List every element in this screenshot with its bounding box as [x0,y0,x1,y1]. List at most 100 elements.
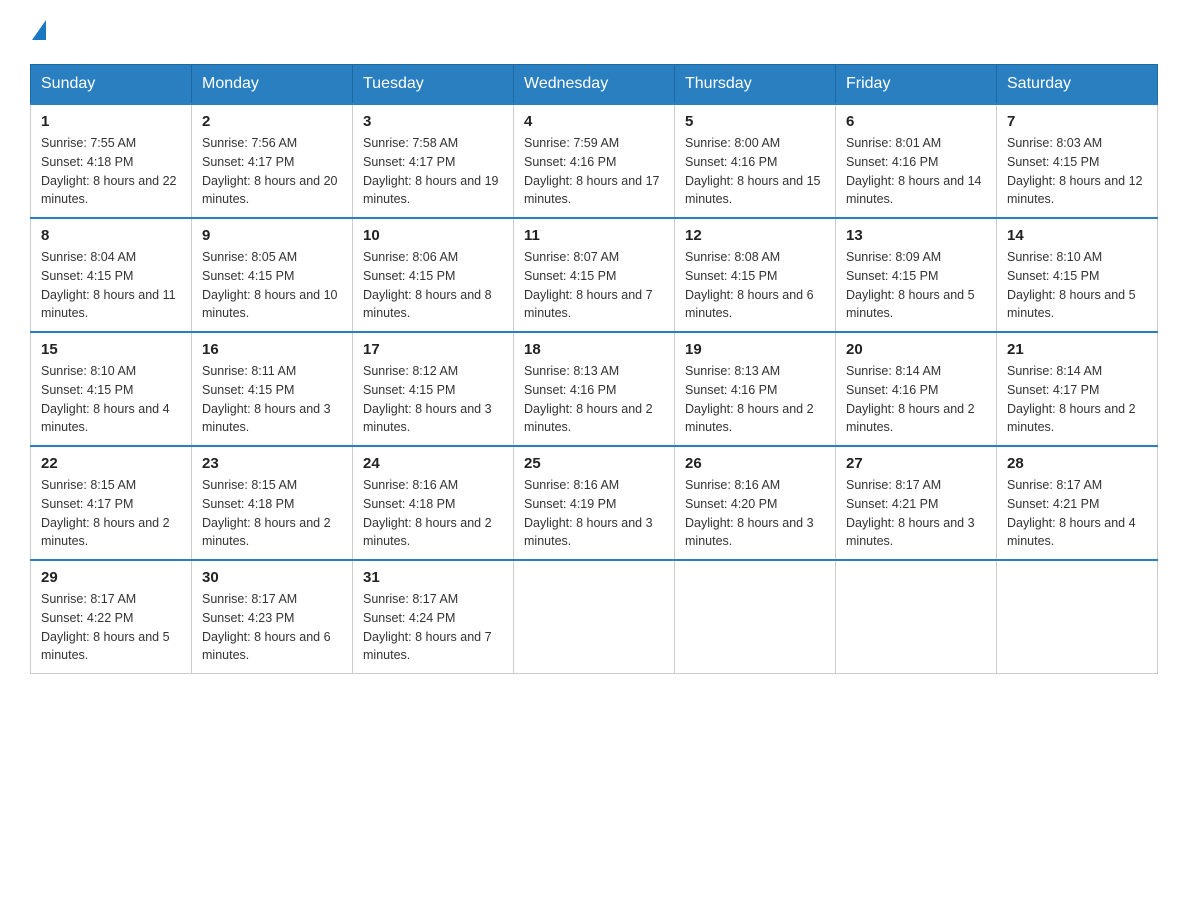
day-cell-23: 23 Sunrise: 8:15 AMSunset: 4:18 PMDayligh… [192,446,353,560]
day-number: 16 [202,341,342,358]
day-info: Sunrise: 8:07 AMSunset: 4:15 PMDaylight:… [524,248,664,323]
weekday-header-thursday: Thursday [675,65,836,105]
weekday-header-friday: Friday [836,65,997,105]
week-row-5: 29 Sunrise: 8:17 AMSunset: 4:22 PMDayligh… [31,560,1158,674]
day-cell-8: 8 Sunrise: 8:04 AMSunset: 4:15 PMDaylight… [31,218,192,332]
day-cell-13: 13Sunrise: 8:09 AMSunset: 4:15 PMDayligh… [836,218,997,332]
day-number: 8 [41,227,181,244]
day-number: 18 [524,341,664,358]
day-cell-11: 11 Sunrise: 8:07 AMSunset: 4:15 PMDayligh… [514,218,675,332]
day-number: 27 [846,455,986,472]
week-row-4: 22 Sunrise: 8:15 AMSunset: 4:17 PMDayligh… [31,446,1158,560]
day-number: 5 [685,113,825,130]
day-cell-9: 9 Sunrise: 8:05 AMSunset: 4:15 PMDaylight… [192,218,353,332]
day-info: Sunrise: 8:03 AMSunset: 4:15 PMDaylight:… [1007,134,1147,209]
day-cell-3: 3Sunrise: 7:58 AMSunset: 4:17 PMDaylight… [353,104,514,218]
logo-triangle-icon [32,20,46,40]
day-number: 30 [202,569,342,586]
day-cell-19: 19Sunrise: 8:13 AMSunset: 4:16 PMDayligh… [675,332,836,446]
day-cell-6: 6 Sunrise: 8:01 AMSunset: 4:16 PMDaylight… [836,104,997,218]
day-number: 11 [524,227,664,244]
weekday-header-sunday: Sunday [31,65,192,105]
logo [30,20,46,46]
weekday-header-monday: Monday [192,65,353,105]
day-number: 15 [41,341,181,358]
day-number: 29 [41,569,181,586]
day-info: Sunrise: 7:59 AMSunset: 4:16 PMDaylight:… [524,134,664,209]
weekday-header-wednesday: Wednesday [514,65,675,105]
page-header [30,20,1158,46]
day-number: 9 [202,227,342,244]
day-number: 24 [363,455,503,472]
empty-cell [997,560,1158,674]
day-info: Sunrise: 8:17 AMSunset: 4:22 PMDaylight:… [41,590,181,665]
day-info: Sunrise: 8:00 AMSunset: 4:16 PMDaylight:… [685,134,825,209]
day-number: 31 [363,569,503,586]
day-number: 6 [846,113,986,130]
day-cell-4: 4Sunrise: 7:59 AMSunset: 4:16 PMDaylight… [514,104,675,218]
day-info: Sunrise: 8:17 AMSunset: 4:21 PMDaylight:… [1007,476,1147,551]
day-info: Sunrise: 8:17 AMSunset: 4:21 PMDaylight:… [846,476,986,551]
day-cell-24: 24 Sunrise: 8:16 AMSunset: 4:18 PMDayligh… [353,446,514,560]
day-info: Sunrise: 8:12 AMSunset: 4:15 PMDaylight:… [363,362,503,437]
day-info: Sunrise: 8:14 AMSunset: 4:17 PMDaylight:… [1007,362,1147,437]
day-cell-28: 28 Sunrise: 8:17 AMSunset: 4:21 PMDayligh… [997,446,1158,560]
day-cell-22: 22 Sunrise: 8:15 AMSunset: 4:17 PMDayligh… [31,446,192,560]
day-info: Sunrise: 8:15 AMSunset: 4:17 PMDaylight:… [41,476,181,551]
weekday-header-saturday: Saturday [997,65,1158,105]
day-cell-30: 30 Sunrise: 8:17 AMSunset: 4:23 PMDayligh… [192,560,353,674]
day-cell-18: 18 Sunrise: 8:13 AMSunset: 4:16 PMDayligh… [514,332,675,446]
day-number: 1 [41,113,181,130]
day-cell-15: 15 Sunrise: 8:10 AMSunset: 4:15 PMDayligh… [31,332,192,446]
day-cell-27: 27 Sunrise: 8:17 AMSunset: 4:21 PMDayligh… [836,446,997,560]
day-number: 22 [41,455,181,472]
day-info: Sunrise: 8:04 AMSunset: 4:15 PMDaylight:… [41,248,181,323]
day-cell-5: 5 Sunrise: 8:00 AMSunset: 4:16 PMDaylight… [675,104,836,218]
day-number: 12 [685,227,825,244]
weekday-header-tuesday: Tuesday [353,65,514,105]
day-number: 17 [363,341,503,358]
week-row-2: 8 Sunrise: 8:04 AMSunset: 4:15 PMDaylight… [31,218,1158,332]
day-cell-20: 20 Sunrise: 8:14 AMSunset: 4:16 PMDayligh… [836,332,997,446]
day-info: Sunrise: 8:13 AMSunset: 4:16 PMDaylight:… [524,362,664,437]
day-info: Sunrise: 7:55 AMSunset: 4:18 PMDaylight:… [41,134,181,209]
day-cell-14: 14 Sunrise: 8:10 AMSunset: 4:15 PMDayligh… [997,218,1158,332]
day-number: 3 [363,113,503,130]
day-cell-7: 7 Sunrise: 8:03 AMSunset: 4:15 PMDaylight… [997,104,1158,218]
day-info: Sunrise: 8:15 AMSunset: 4:18 PMDaylight:… [202,476,342,551]
day-info: Sunrise: 8:09 AMSunset: 4:15 PMDaylight:… [846,248,986,323]
day-info: Sunrise: 8:10 AMSunset: 4:15 PMDaylight:… [41,362,181,437]
day-number: 21 [1007,341,1147,358]
day-number: 23 [202,455,342,472]
day-number: 2 [202,113,342,130]
empty-cell [836,560,997,674]
week-row-3: 15 Sunrise: 8:10 AMSunset: 4:15 PMDayligh… [31,332,1158,446]
day-cell-29: 29 Sunrise: 8:17 AMSunset: 4:22 PMDayligh… [31,560,192,674]
day-info: Sunrise: 8:01 AMSunset: 4:16 PMDaylight:… [846,134,986,209]
empty-cell [514,560,675,674]
day-cell-31: 31 Sunrise: 8:17 AMSunset: 4:24 PMDayligh… [353,560,514,674]
day-number: 20 [846,341,986,358]
day-info: Sunrise: 8:17 AMSunset: 4:23 PMDaylight:… [202,590,342,665]
weekday-header-row: SundayMondayTuesdayWednesdayThursdayFrid… [31,65,1158,105]
day-number: 7 [1007,113,1147,130]
calendar-table: SundayMondayTuesdayWednesdayThursdayFrid… [30,64,1158,674]
day-cell-12: 12 Sunrise: 8:08 AMSunset: 4:15 PMDayligh… [675,218,836,332]
day-cell-21: 21 Sunrise: 8:14 AMSunset: 4:17 PMDayligh… [997,332,1158,446]
day-info: Sunrise: 8:11 AMSunset: 4:15 PMDaylight:… [202,362,342,437]
day-number: 14 [1007,227,1147,244]
day-info: Sunrise: 8:05 AMSunset: 4:15 PMDaylight:… [202,248,342,323]
day-number: 19 [685,341,825,358]
day-cell-25: 25Sunrise: 8:16 AMSunset: 4:19 PMDayligh… [514,446,675,560]
day-info: Sunrise: 8:14 AMSunset: 4:16 PMDaylight:… [846,362,986,437]
day-cell-10: 10Sunrise: 8:06 AMSunset: 4:15 PMDayligh… [353,218,514,332]
day-info: Sunrise: 8:08 AMSunset: 4:15 PMDaylight:… [685,248,825,323]
day-cell-1: 1 Sunrise: 7:55 AMSunset: 4:18 PMDaylight… [31,104,192,218]
day-info: Sunrise: 8:16 AMSunset: 4:18 PMDaylight:… [363,476,503,551]
day-info: Sunrise: 8:10 AMSunset: 4:15 PMDaylight:… [1007,248,1147,323]
day-info: Sunrise: 8:17 AMSunset: 4:24 PMDaylight:… [363,590,503,665]
day-info: Sunrise: 7:56 AMSunset: 4:17 PMDaylight:… [202,134,342,209]
day-info: Sunrise: 8:16 AMSunset: 4:19 PMDaylight:… [524,476,664,551]
day-cell-17: 17 Sunrise: 8:12 AMSunset: 4:15 PMDayligh… [353,332,514,446]
day-number: 28 [1007,455,1147,472]
